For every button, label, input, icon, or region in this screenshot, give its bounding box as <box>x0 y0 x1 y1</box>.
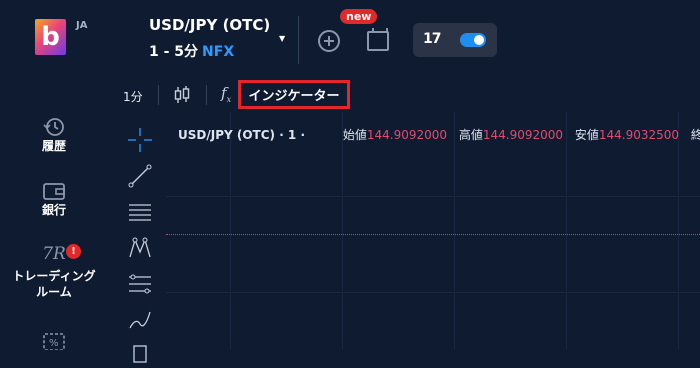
interval-button[interactable]: 1分 <box>123 88 143 105</box>
open-label: 始値 <box>342 128 367 142</box>
grid-line <box>566 112 567 350</box>
chart-area[interactable]: USD/JPY (OTC) · 1 · 始値144.9092000 高値144.… <box>166 112 700 350</box>
chevron-down-icon[interactable]: ▼ <box>279 34 285 43</box>
sidebar-item-label: 銀行 <box>41 203 66 217</box>
indicators-button[interactable]: インジケーター <box>238 80 350 109</box>
left-sidebar: 履歴 銀行 7R ! トレーディング ルーム % <box>0 112 108 350</box>
low-value: 144.9032500 <box>598 128 680 142</box>
grid-line <box>454 112 455 350</box>
grid-line <box>678 112 679 350</box>
sidebar-item-history[interactable]: 履歴 <box>0 116 108 154</box>
current-price-line <box>166 234 700 235</box>
divider <box>206 85 207 105</box>
expiry-timeframe[interactable]: 1 - 5分 NFX <box>149 41 234 61</box>
add-chart-button[interactable] <box>318 30 340 52</box>
text-tool-icon[interactable] <box>126 340 154 368</box>
grid-line <box>166 292 700 293</box>
divider <box>298 16 299 64</box>
open-value: 144.9092000 <box>366 128 448 142</box>
new-badge: new <box>340 9 378 24</box>
sidebar-item-promo[interactable]: % <box>0 332 108 350</box>
drawing-tools <box>122 112 158 363</box>
brand-logo[interactable]: b <box>35 19 66 55</box>
function-icon[interactable]: fx <box>221 84 231 104</box>
candlestick-icon[interactable] <box>174 85 190 105</box>
timeframe-value: 1 - 5分 <box>149 44 199 60</box>
sidebar-item-bank[interactable]: 銀行 <box>0 180 108 218</box>
trading-room-icon: 7R <box>42 244 66 264</box>
low-label: 安値 <box>574 128 599 142</box>
trend-line-icon[interactable] <box>126 162 154 190</box>
ohlc-legend: USD/JPY (OTC) · 1 · 始値144.9092000 高値144.… <box>178 126 700 143</box>
promo-icon: % <box>43 333 65 350</box>
crosshair-icon[interactable] <box>126 126 154 154</box>
sidebar-item-label: トレーディング <box>12 269 96 283</box>
calendar-icon[interactable] <box>367 28 389 51</box>
broker-label: NFX <box>202 44 235 60</box>
grid-line <box>166 196 700 197</box>
chart-toolbar: 1分 fx インジケーター <box>112 80 700 112</box>
high-value: 144.9092000 <box>482 128 564 142</box>
toggle-switch[interactable] <box>460 33 486 47</box>
fib-retracement-icon[interactable] <box>126 270 154 298</box>
divider <box>158 85 159 105</box>
top-bar: b JA USD/JPY (OTC) ▼ 1 - 5分 NFX new 17 <box>0 0 700 80</box>
language-selector[interactable]: JA <box>76 20 87 31</box>
tradingview-toggle[interactable]: 17 <box>413 23 497 57</box>
history-icon <box>43 118 64 136</box>
horizontal-lines-icon[interactable] <box>126 198 154 226</box>
sidebar-item-label-line2: ルーム <box>36 285 72 299</box>
high-label: 高値 <box>458 128 483 142</box>
brush-icon[interactable] <box>126 306 154 334</box>
svg-text:%: % <box>49 338 59 349</box>
sidebar-item-label: 履歴 <box>41 139 66 153</box>
wallet-icon <box>43 183 65 200</box>
legend-symbol: USD/JPY (OTC) · 1 · <box>178 128 306 142</box>
grid-line <box>342 112 343 350</box>
alert-badge: ! <box>66 244 81 259</box>
asset-pair-selector[interactable]: USD/JPY (OTC) <box>149 16 270 34</box>
logo-letter: b <box>41 22 60 52</box>
pattern-icon[interactable] <box>126 234 154 262</box>
tradingview-logo-icon: 17 <box>423 31 442 47</box>
grid-line <box>230 112 231 350</box>
sidebar-item-trading-room[interactable]: 7R ! トレーディング ルーム <box>0 244 108 300</box>
close-label: 終 <box>690 128 700 142</box>
